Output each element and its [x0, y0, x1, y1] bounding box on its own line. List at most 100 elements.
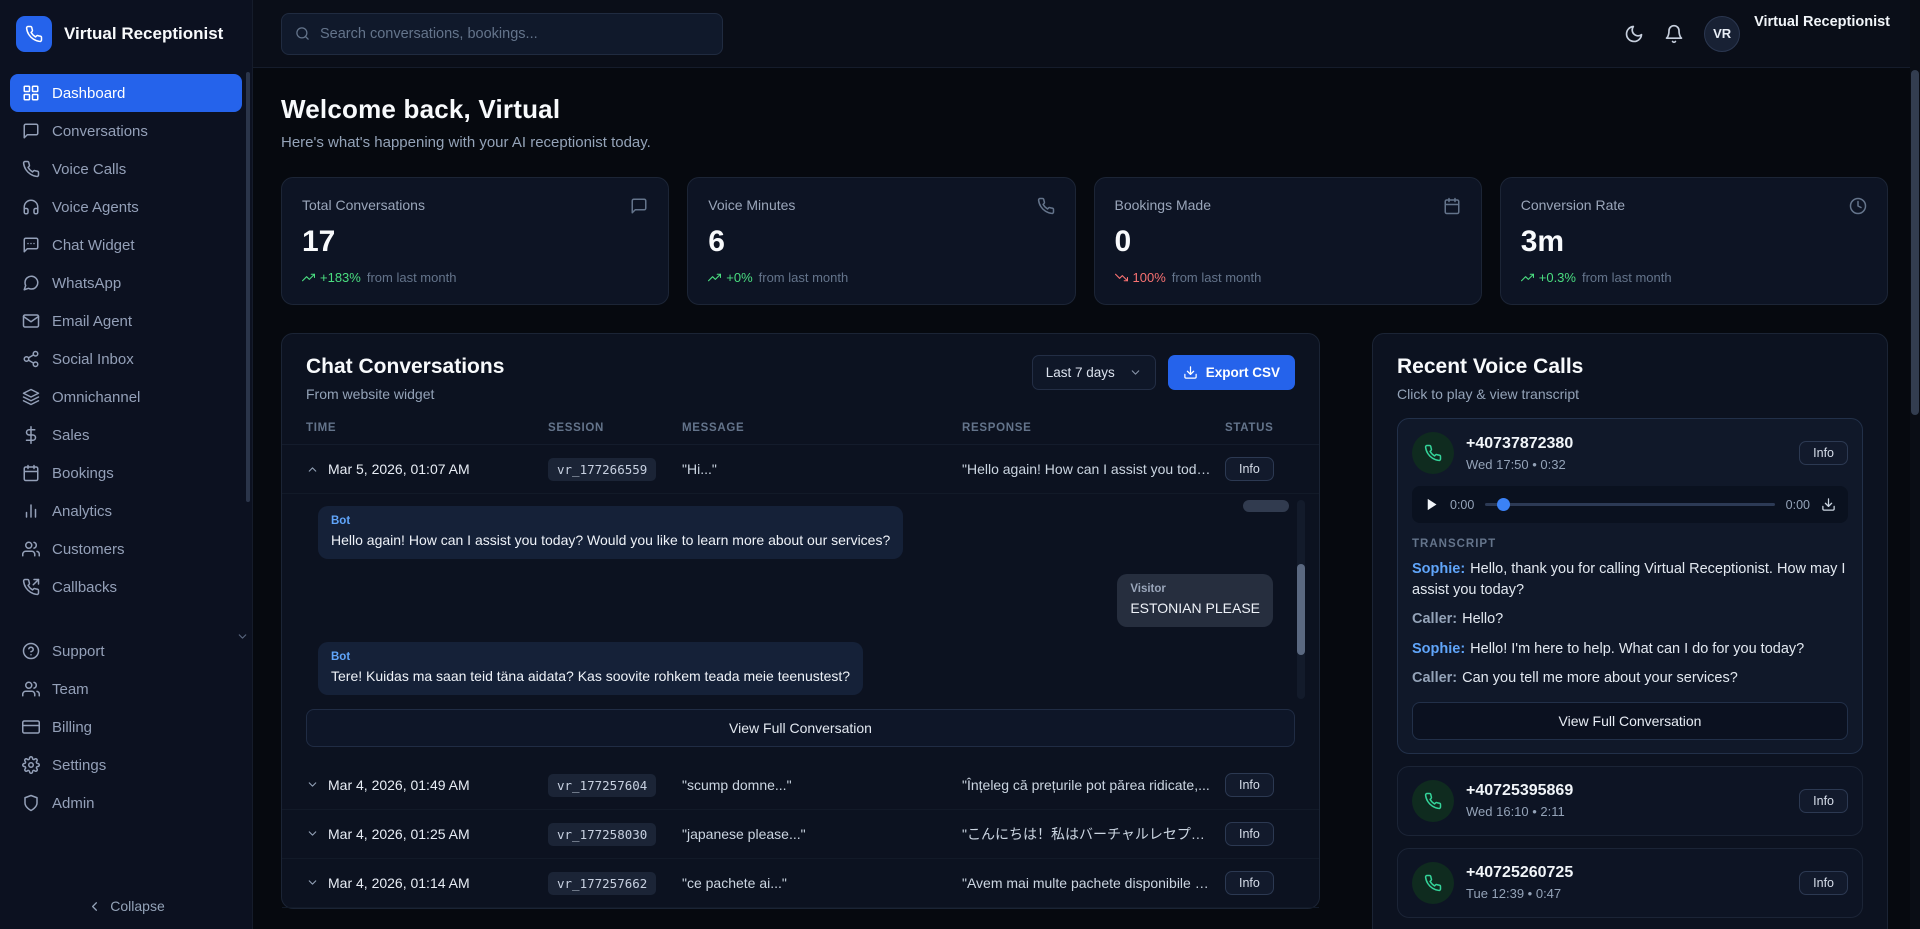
chat-table-row[interactable]: Mar 4, 2026, 01:49 AM vr_177257604 "scum… — [282, 761, 1319, 810]
topbar-actions: VR Virtual Receptionist — [1624, 0, 1890, 68]
play-button[interactable] — [1424, 497, 1439, 512]
download-recording-icon[interactable] — [1821, 497, 1836, 512]
help-icon — [22, 642, 40, 660]
search-box[interactable] — [281, 13, 723, 55]
layers-icon — [22, 388, 40, 406]
sidebar-item-label: Email Agent — [52, 313, 132, 330]
thread-scrollbar[interactable] — [1297, 500, 1305, 699]
info-button[interactable]: Info — [1799, 441, 1848, 465]
sidebar-item-billing[interactable]: Billing — [10, 708, 242, 746]
call-meta: Wed 16:10 • 2:11 — [1466, 804, 1573, 819]
stats-row: Total Conversations 17 +183%from last mo… — [281, 177, 1888, 305]
page-scrollbar-thumb[interactable] — [1911, 70, 1919, 415]
stat-delta: +0.3% — [1539, 270, 1576, 285]
info-button[interactable]: Info — [1225, 457, 1274, 481]
theme-toggle-button[interactable] — [1624, 24, 1644, 44]
row-message: "ce pachete ai..." — [682, 875, 962, 891]
call-number: +40725260725 — [1466, 864, 1573, 882]
row-message: "Hi..." — [682, 461, 962, 477]
sidebar-item-admin[interactable]: Admin — [10, 784, 242, 822]
sidebar-item-email-agent[interactable]: Email Agent — [10, 302, 242, 340]
page-scrollbar[interactable] — [1910, 0, 1920, 929]
view-full-conversation-button[interactable]: View Full Conversation — [1412, 702, 1848, 740]
notifications-button[interactable] — [1664, 24, 1684, 44]
date-range-select[interactable]: Last 7 days — [1032, 355, 1156, 390]
seek-handle[interactable] — [1497, 498, 1510, 511]
chat-table-row[interactable]: Mar 4, 2026, 01:25 AM vr_177258030 "japa… — [282, 810, 1319, 859]
voice-panel-title: Recent Voice Calls — [1397, 355, 1863, 379]
stat-card-total-conversations: Total Conversations 17 +183%from last mo… — [281, 177, 669, 305]
phone-icon — [1412, 862, 1454, 904]
sidebar-item-team[interactable]: Team — [10, 670, 242, 708]
session-badge: vr_177257604 — [548, 774, 656, 797]
avatar[interactable]: VR — [1704, 16, 1740, 52]
sidebar-item-bookings[interactable]: Bookings — [10, 454, 242, 492]
thread-scroll-handle[interactable] — [1243, 500, 1289, 512]
sidebar-item-label: Chat Widget — [52, 237, 135, 254]
sidebar-item-label: Settings — [52, 757, 106, 774]
sidebar-item-voice-agents[interactable]: Voice Agents — [10, 188, 242, 226]
info-button[interactable]: Info — [1225, 822, 1274, 846]
app-title: Virtual Receptionist — [64, 24, 223, 44]
phone-icon — [22, 160, 40, 178]
nav-section-divider — [10, 606, 242, 632]
thread-scrollbar-thumb[interactable] — [1297, 564, 1305, 655]
message-text: Tere! Kuidas ma saan teid täna aidata? K… — [331, 667, 850, 686]
chat-panel-controls: Last 7 days Export CSV — [1032, 355, 1295, 390]
sidebar-item-sales[interactable]: Sales — [10, 416, 242, 454]
chevron-down-icon — [306, 827, 319, 840]
sidebar-item-settings[interactable]: Settings — [10, 746, 242, 784]
export-csv-button[interactable]: Export CSV — [1168, 355, 1295, 390]
voice-call-header[interactable]: +40737872380 Wed 17:50 • 0:32 Info — [1412, 432, 1848, 474]
remaining-time: 0:00 — [1786, 498, 1810, 512]
sidebar-nav: Dashboard Conversations Voice Calls Voic… — [0, 68, 252, 883]
users-icon — [22, 680, 40, 698]
stat-delta: +183% — [320, 270, 361, 285]
phone-icon — [1412, 780, 1454, 822]
app-logo: Virtual Receptionist — [0, 0, 252, 68]
chat-table-row[interactable]: Mar 4, 2026, 01:14 AM vr_177257662 "ce p… — [282, 859, 1319, 908]
sidebar-item-social-inbox[interactable]: Social Inbox — [10, 340, 242, 378]
voice-call-card[interactable]: +40725260725 Tue 12:39 • 0:47 Info — [1397, 848, 1863, 918]
sidebar-scrollbar[interactable] — [246, 72, 250, 502]
sidebar-item-dashboard[interactable]: Dashboard — [10, 74, 242, 112]
trend-up-icon — [1521, 271, 1534, 284]
stat-value: 6 — [708, 225, 1054, 259]
sidebar-item-support[interactable]: Support — [10, 632, 242, 670]
sidebar-item-analytics[interactable]: Analytics — [10, 492, 242, 530]
sidebar-item-label: Analytics — [52, 503, 112, 520]
grid-icon — [22, 84, 40, 102]
row-time: Mar 4, 2026, 01:25 AM — [328, 826, 470, 842]
info-button[interactable]: Info — [1799, 871, 1848, 895]
sidebar-item-voice-calls[interactable]: Voice Calls — [10, 150, 242, 188]
sidebar-item-label: Customers — [52, 541, 125, 558]
view-full-conversation-button[interactable]: View Full Conversation — [306, 709, 1295, 747]
search-input[interactable] — [320, 26, 709, 42]
seek-slider[interactable] — [1485, 503, 1774, 506]
voice-call-card[interactable]: +40725395869 Wed 16:10 • 2:11 Info — [1397, 766, 1863, 836]
info-button[interactable]: Info — [1225, 773, 1274, 797]
dollar-icon — [22, 426, 40, 444]
stat-value: 0 — [1115, 225, 1461, 259]
chat-table-row[interactable]: Mar 5, 2026, 01:07 AM vr_177266559 "Hi..… — [282, 445, 1319, 494]
sidebar-item-conversations[interactable]: Conversations — [10, 112, 242, 150]
sidebar-item-omnichannel[interactable]: Omnichannel — [10, 378, 242, 416]
transcript-text: Hello! I'm here to help. What can I do f… — [1470, 641, 1804, 657]
sidebar-item-whatsapp[interactable]: WhatsApp — [10, 264, 242, 302]
column-header-response: RESPONSE — [962, 422, 1225, 434]
sidebar-item-callbacks[interactable]: Callbacks — [10, 568, 242, 606]
row-response: "こんにちは！私はバーチャルレセプショ... — [962, 824, 1225, 844]
info-button[interactable]: Info — [1225, 871, 1274, 895]
stat-label: Total Conversations — [302, 197, 425, 213]
sidebar-scroll-down-icon[interactable] — [236, 630, 249, 648]
credit-card-icon — [22, 718, 40, 736]
session-badge: vr_177257662 — [548, 872, 656, 895]
chat-conversations-panel: Chat Conversations From website widget L… — [281, 333, 1320, 909]
column-header-session: SESSION — [548, 422, 682, 434]
sidebar-item-label: Conversations — [52, 123, 148, 140]
transcript-text: Hello, thank you for calling Virtual Rec… — [1412, 561, 1845, 598]
collapse-button[interactable]: Collapse — [0, 883, 252, 929]
info-button[interactable]: Info — [1799, 789, 1848, 813]
sidebar-item-customers[interactable]: Customers — [10, 530, 242, 568]
sidebar-item-chat-widget[interactable]: Chat Widget — [10, 226, 242, 264]
